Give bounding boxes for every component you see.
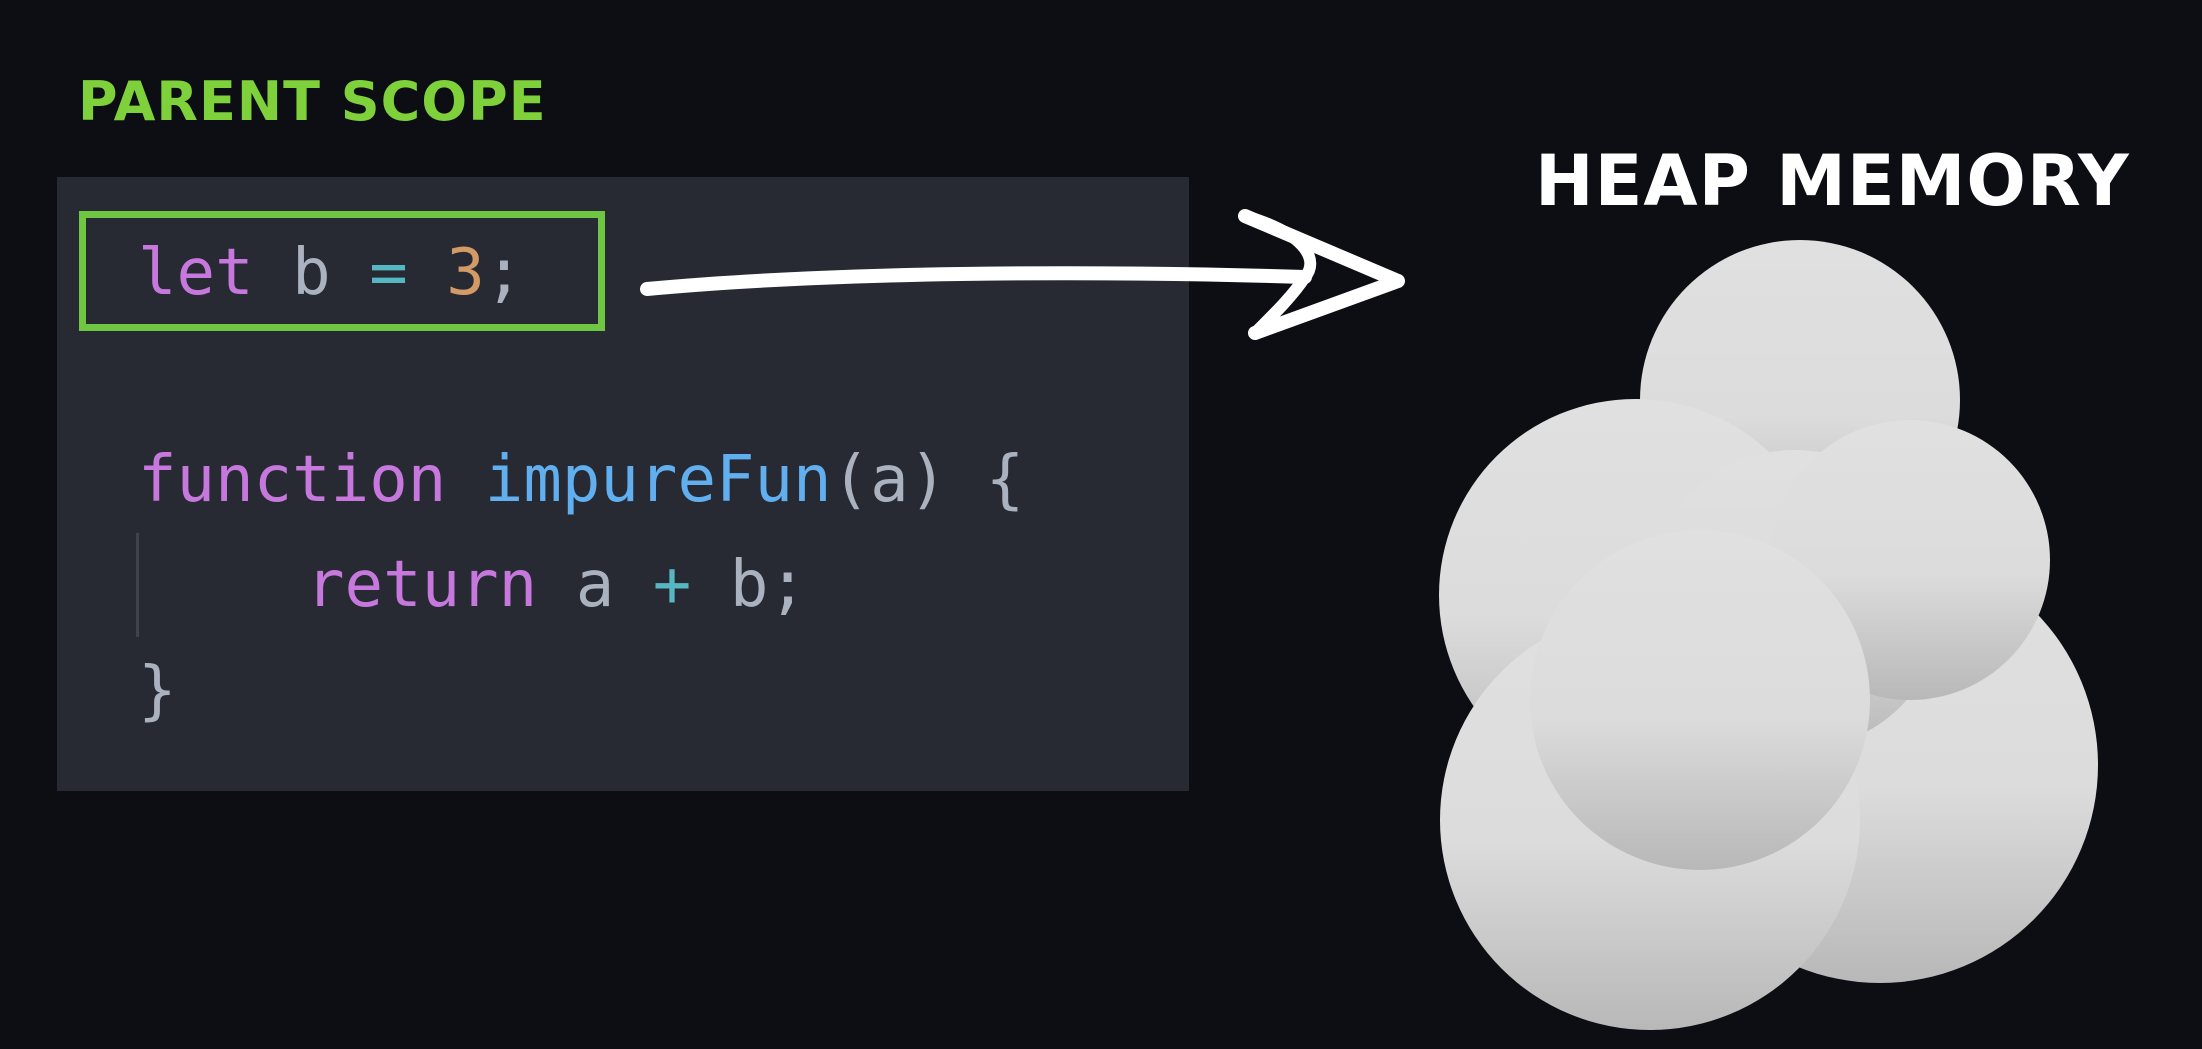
diagram-canvas: PARENT SCOPE HEAP MEMORY let b = 3; func… xyxy=(0,0,2202,1049)
hand-drawn-arrow-icon xyxy=(640,209,1405,340)
overlay-graphics xyxy=(640,209,2098,1030)
cloud-icon xyxy=(1439,240,2098,1030)
